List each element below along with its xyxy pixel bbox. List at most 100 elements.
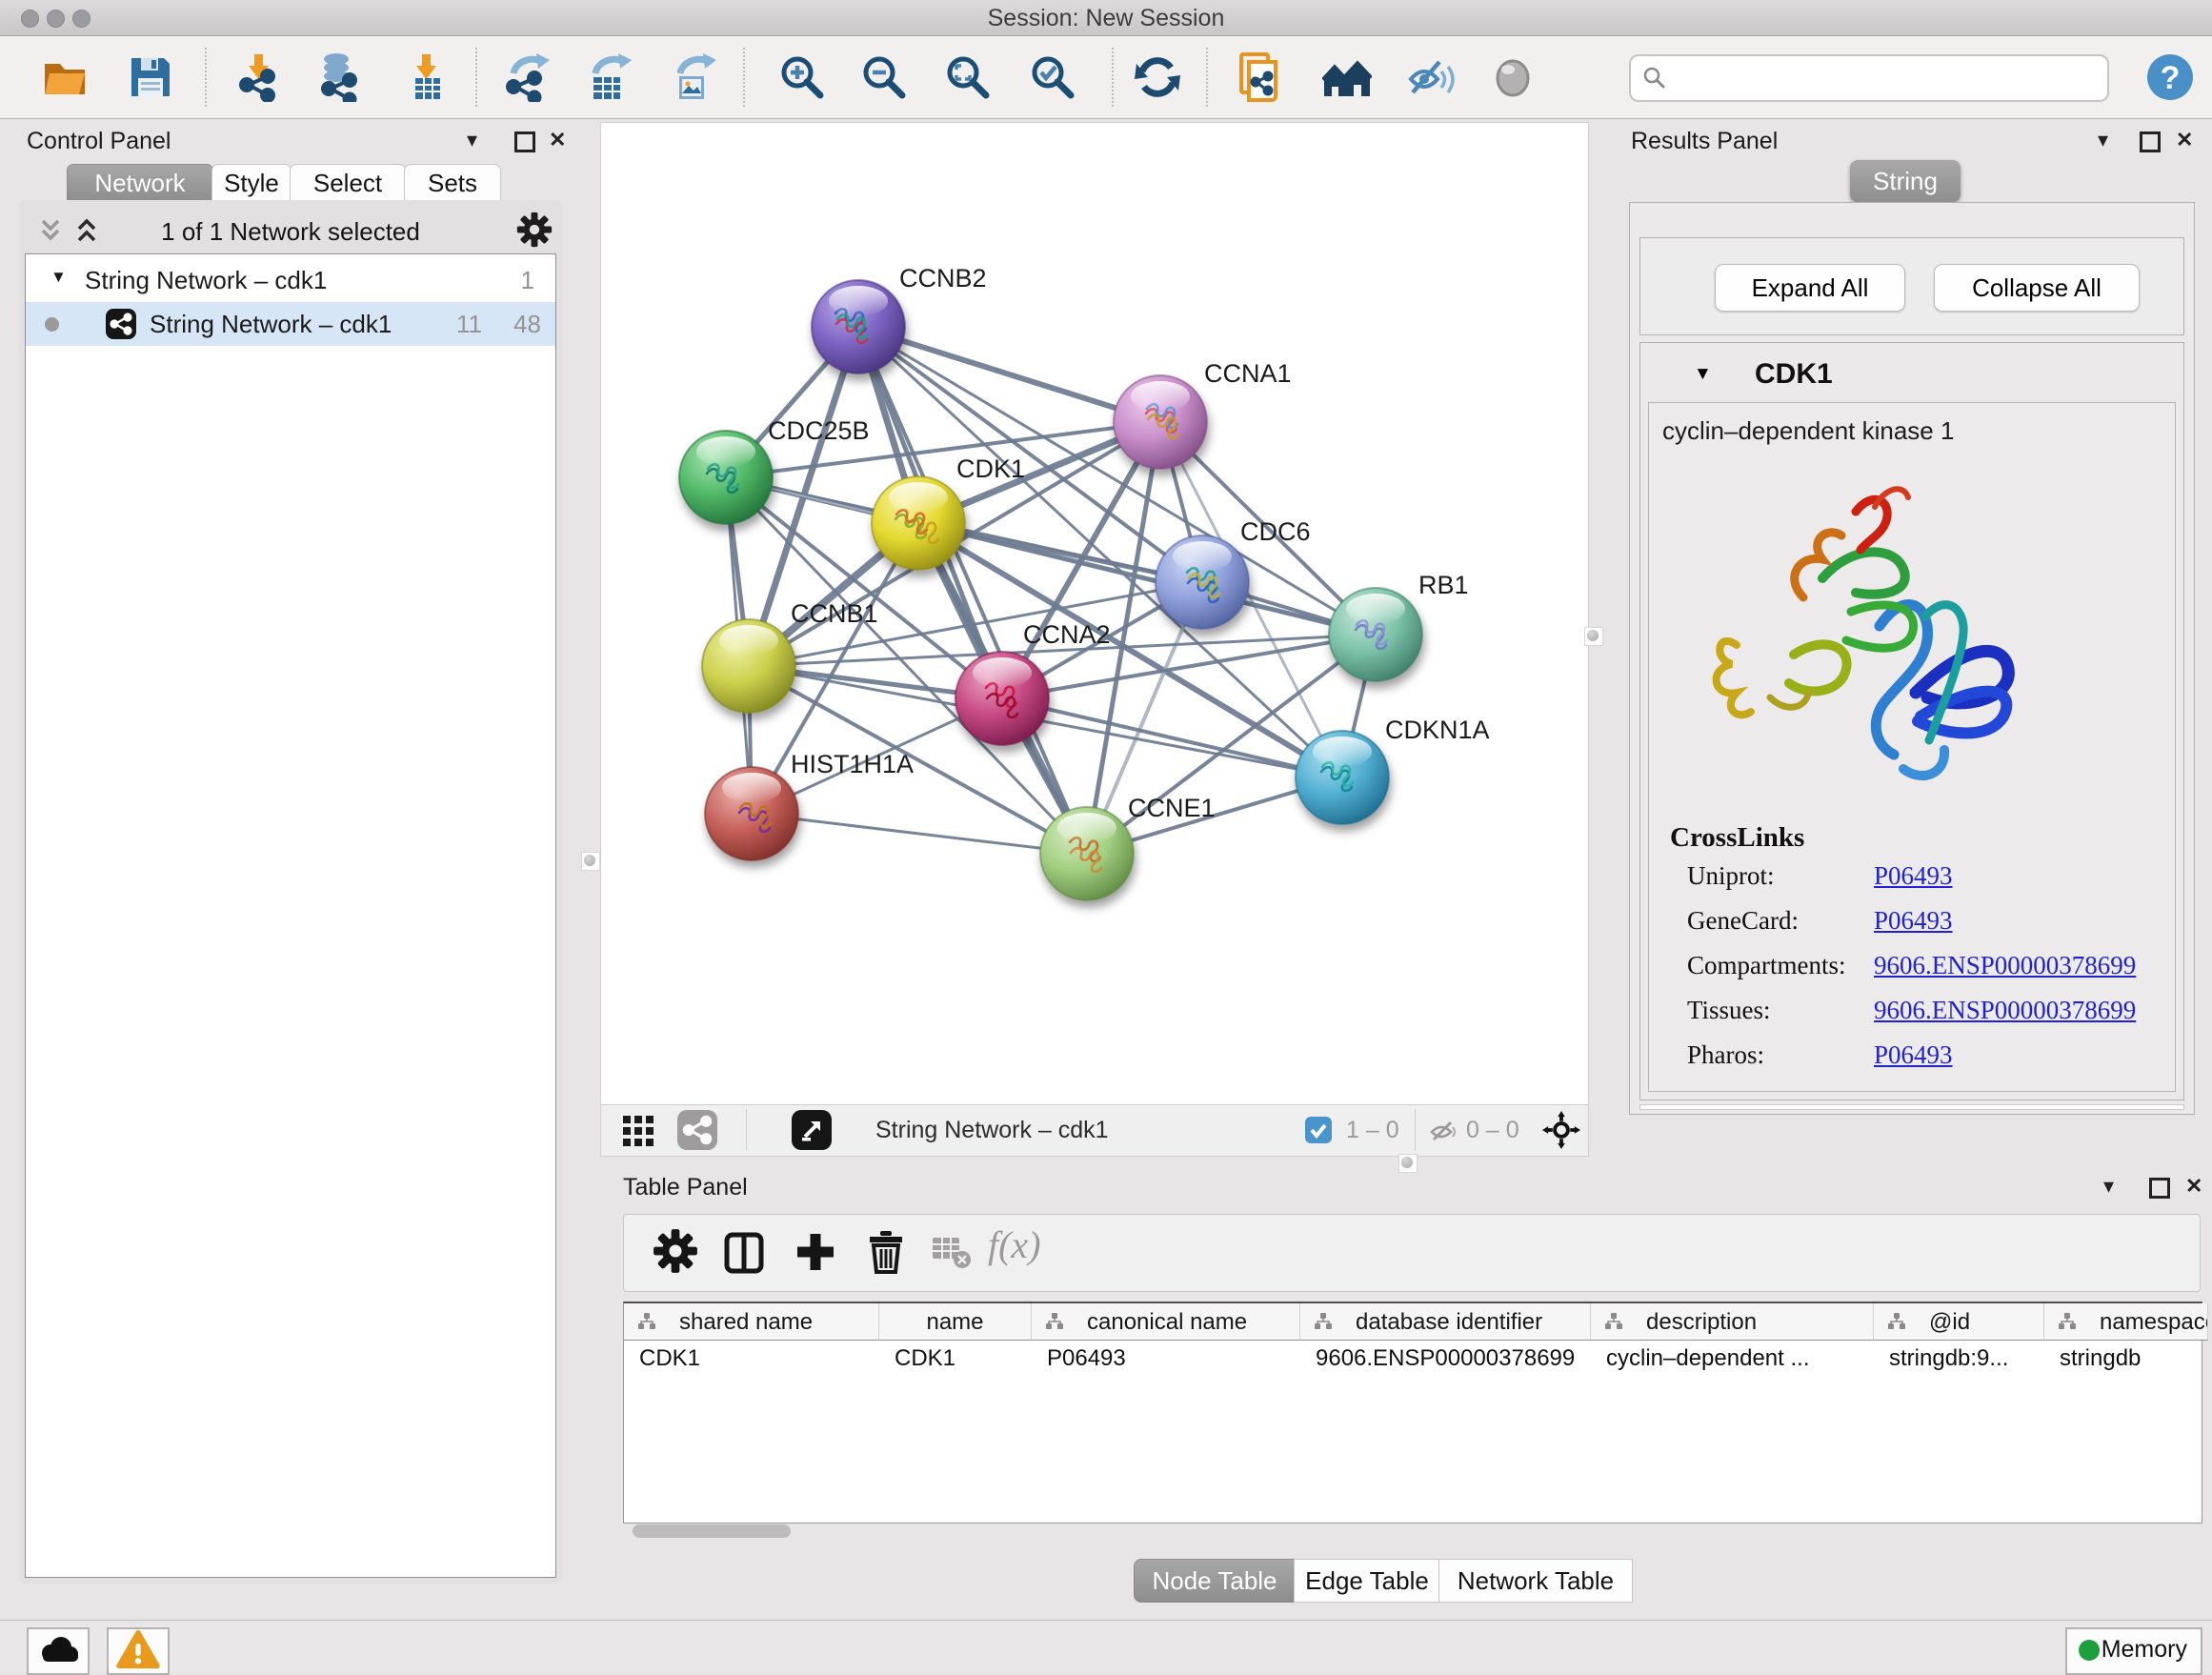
tab-network-table[interactable]: Network Table — [1438, 1559, 1633, 1603]
memory-button[interactable]: Memory — [2065, 1627, 2202, 1675]
hidden-eye-icon — [1428, 1116, 1458, 1146]
grid-mode-icon[interactable] — [622, 1115, 654, 1147]
table-panel-close-icon[interactable]: ✕ — [2185, 1176, 2202, 1197]
delete-table-icon[interactable] — [931, 1234, 973, 1272]
zoom-selected-icon[interactable] — [1028, 52, 1077, 102]
network-options-gear-icon[interactable] — [516, 212, 553, 248]
crosslink-link[interactable]: P06493 — [1874, 906, 1953, 936]
left-splitter-handle[interactable] — [581, 852, 600, 871]
network-collection-row[interactable]: ▼ String Network – cdk1 1 — [26, 258, 555, 302]
tab-edge-table[interactable]: Edge Table — [1294, 1559, 1440, 1603]
table-cell[interactable]: cyclin–dependent ... — [1591, 1341, 1873, 1377]
delete-column-icon[interactable] — [864, 1228, 908, 1274]
table-cell[interactable]: stringdb — [2044, 1341, 2207, 1377]
import-table-file-icon[interactable] — [402, 52, 452, 102]
zoom-fit-icon[interactable] — [943, 52, 993, 102]
table-cell[interactable]: stringdb:9... — [1874, 1341, 2043, 1377]
crosslink-row: Tissues:9606.ENSP00000378699 — [1670, 988, 2165, 1033]
crosslink-link[interactable]: 9606.ENSP00000378699 — [1874, 951, 2136, 980]
network-row[interactable]: String Network – cdk1 11 48 — [26, 302, 555, 346]
network-node-rb1[interactable]: RB1 — [1329, 571, 1469, 681]
column-header-name[interactable]: name — [879, 1303, 1032, 1341]
right-splitter-handle[interactable] — [1584, 627, 1603, 646]
import-network-file-icon[interactable] — [235, 52, 285, 102]
home-icon[interactable] — [1322, 52, 1372, 102]
control-panel-undock-icon[interactable] — [514, 131, 535, 152]
cloud-button[interactable] — [27, 1627, 90, 1675]
results-panel-undock-icon[interactable] — [2140, 131, 2161, 152]
import-network-database-icon[interactable] — [315, 52, 365, 102]
column-header-label: @id — [1929, 1309, 1970, 1336]
table-cell-value: CDK1 — [895, 1345, 955, 1372]
node-table[interactable]: shared namenamecanonical namedatabase id… — [623, 1302, 2202, 1524]
export-table-icon[interactable] — [584, 52, 633, 102]
titlebar: Session: New Session — [0, 0, 2212, 36]
collapse-all-button[interactable]: Collapse All — [1934, 264, 2140, 312]
gene-collapse-icon[interactable]: ▼ — [1694, 364, 1712, 385]
function-builder-icon[interactable]: f(x) — [988, 1222, 1041, 1267]
column-header-canonical-name[interactable]: canonical name — [1032, 1303, 1300, 1341]
network-node-ccna1[interactable]: CCNA1 — [1114, 359, 1292, 469]
expand-all-button[interactable]: Expand All — [1715, 264, 1905, 312]
collection-expand-icon[interactable]: ▼ — [50, 268, 67, 287]
open-in-window-icon[interactable] — [792, 1110, 832, 1150]
export-image-icon[interactable] — [669, 52, 718, 102]
table-settings-gear-icon[interactable] — [653, 1228, 698, 1274]
table-panel-float-icon[interactable]: ▾ — [2103, 1176, 2114, 1197]
results-scrollbar[interactable] — [1639, 1104, 2184, 1110]
table-cell[interactable]: P06493 — [1032, 1341, 1299, 1377]
tab-select[interactable]: Select — [290, 164, 406, 202]
results-panel-close-icon[interactable]: ✕ — [2176, 130, 2193, 151]
crosslink-link[interactable]: 9606.ENSP00000378699 — [1874, 996, 2136, 1025]
column-header-namespace[interactable]: namespace — [2044, 1303, 2208, 1341]
table-cell[interactable]: 9606.ENSP00000378699 — [1300, 1341, 1590, 1377]
add-column-icon[interactable] — [794, 1230, 837, 1274]
tab-node-table[interactable]: Node Table — [1134, 1559, 1296, 1603]
column-header-label: description — [1646, 1309, 1757, 1336]
save-session-icon[interactable] — [126, 52, 175, 102]
tab-string[interactable]: String — [1850, 160, 1961, 202]
table-panel: Table Panel ▾ ✕ f(x) shared namenamecano… — [600, 1170, 2212, 1620]
table-panel-undock-icon[interactable] — [2149, 1178, 2170, 1199]
search-icon — [1642, 66, 1667, 91]
node-label: CDC25B — [768, 416, 870, 445]
results-panel-float-icon[interactable]: ▾ — [2098, 130, 2108, 151]
svg-text:?: ? — [2161, 60, 2181, 96]
network-node-hist1h1a[interactable]: HIST1H1A — [705, 750, 914, 860]
network-node-ccnb1[interactable]: CCNB1 — [702, 599, 878, 713]
network-node-cdkn1a[interactable]: CDKN1A — [1296, 716, 1490, 824]
crosslink-link[interactable]: P06493 — [1874, 861, 1953, 891]
toolbar-separator — [1112, 48, 1114, 107]
export-network-icon[interactable] — [502, 52, 552, 102]
crosslink-link[interactable]: P06493 — [1874, 1040, 1953, 1070]
column-header-description[interactable]: description — [1591, 1303, 1874, 1341]
column-header--id[interactable]: @id — [1874, 1303, 2044, 1341]
table-cell[interactable]: CDK1 — [879, 1341, 1031, 1377]
annotations-icon[interactable] — [1237, 52, 1286, 102]
show-columns-icon[interactable] — [723, 1232, 765, 1274]
tab-sets[interactable]: Sets — [404, 164, 501, 202]
column-header-shared-name[interactable]: shared name — [624, 1303, 879, 1341]
table-cell[interactable]: CDK1 — [624, 1341, 878, 1377]
open-session-icon[interactable] — [40, 52, 90, 102]
search-input[interactable] — [1673, 58, 2096, 94]
preview-mode-icon[interactable] — [1488, 52, 1538, 102]
network-canvas[interactable]: CCNB2CCNA1CDC25BCDK1CDC6RB1CCNB1CCNA2CDK… — [601, 123, 1586, 1103]
selected-checkbox-icon[interactable] — [1304, 1116, 1333, 1144]
warnings-button[interactable] — [107, 1627, 170, 1675]
hide-panels-icon[interactable] — [1405, 52, 1455, 102]
control-panel-close-icon[interactable]: ✕ — [549, 130, 566, 151]
network-node-cdk1[interactable]: CDK1 — [872, 454, 1025, 570]
tab-style[interactable]: Style — [211, 164, 292, 202]
control-panel-float-icon[interactable]: ▾ — [467, 130, 477, 151]
crosslinks-section: CrossLinks Uniprot:P06493GeneCard:P06493… — [1670, 822, 2165, 1078]
tab-network[interactable]: Network — [67, 164, 213, 202]
birds-eye-view-icon[interactable] — [1542, 1111, 1580, 1149]
zoom-out-icon[interactable] — [859, 52, 909, 102]
refresh-view-icon[interactable] — [1133, 52, 1182, 102]
share-view-icon[interactable] — [677, 1110, 717, 1150]
zoom-in-icon[interactable] — [777, 52, 827, 102]
table-horizontal-scrollbar[interactable] — [633, 1524, 791, 1538]
help-icon[interactable]: ? — [2145, 52, 2195, 102]
column-header-database-identifier[interactable]: database identifier — [1300, 1303, 1591, 1341]
